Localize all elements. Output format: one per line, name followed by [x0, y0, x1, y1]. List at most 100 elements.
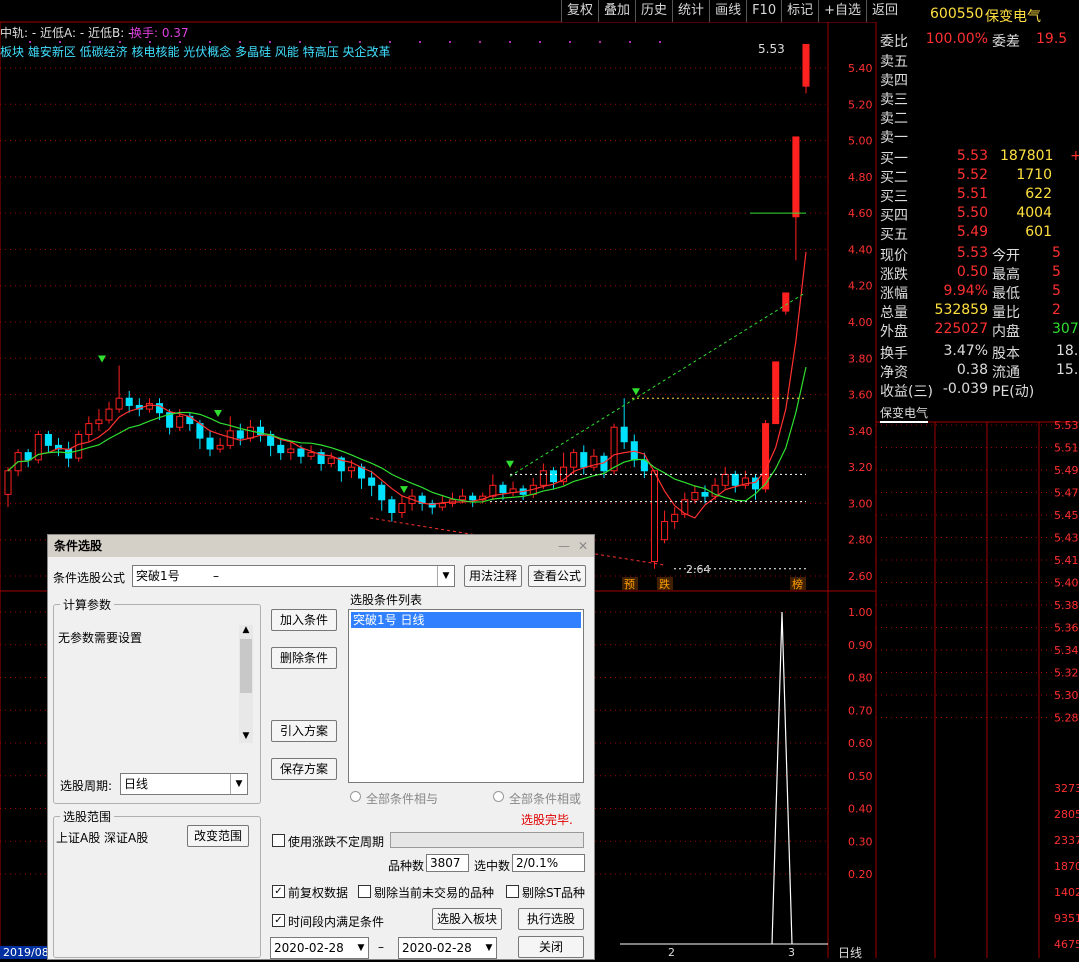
- condition-list-item[interactable]: 突破1号 日线: [351, 612, 581, 628]
- price-tick-label: 4.20: [848, 280, 873, 293]
- signal-dot: [659, 41, 661, 43]
- volume-tick-label: 1.00: [848, 606, 873, 619]
- scroll-thumb[interactable]: [240, 639, 252, 693]
- formula-select[interactable]: 突破1号 – ▼: [132, 565, 455, 587]
- price-tick-label: 4.40: [848, 243, 873, 256]
- stat-value: -0.039: [942, 381, 988, 397]
- candle-body: [327, 457, 335, 465]
- toolbar-button-1[interactable]: 叠加: [598, 0, 636, 22]
- condition-list[interactable]: 突破1号 日线: [348, 609, 584, 783]
- condition-list-label: 选股条件列表: [350, 593, 423, 607]
- concept-tags[interactable]: 板块 雄安新区 低碳经济 核电核能 光伏概念 多晶硅 风能 特高压 央企改革: [0, 43, 391, 60]
- candle-body: [176, 415, 184, 428]
- price-tick-label: 3.40: [848, 425, 873, 438]
- exclude-untraded-label: 剔除当前未交易的品种: [374, 886, 495, 900]
- toolbar-button-7[interactable]: +自选: [818, 0, 867, 22]
- mini-volume-label: 2337: [1054, 834, 1079, 847]
- mini-tick-label: 5.51: [1054, 442, 1079, 455]
- low-price-label: 2.64: [686, 563, 711, 576]
- date-from-value: 2020-02-28: [274, 941, 344, 955]
- candle-body: [499, 484, 507, 494]
- mini-tick-label: 5.28: [1054, 712, 1079, 725]
- usage-notes-button[interactable]: 用法注释: [464, 565, 522, 587]
- chevron-down-icon[interactable]: ▼: [354, 938, 368, 958]
- stat-value: 0.50: [956, 264, 988, 280]
- signal-arrow-icon: [400, 486, 408, 494]
- close-button[interactable]: 关闭: [518, 936, 584, 958]
- time-range-checkbox[interactable]: ✓: [272, 914, 285, 927]
- mini-tick-label: 5.30: [1054, 689, 1079, 702]
- candle-body: [65, 448, 73, 459]
- delete-condition-button[interactable]: 删除条件: [271, 647, 337, 669]
- selected-label: 选中数: [474, 859, 511, 873]
- params-text: 无参数需要设置: [58, 631, 143, 645]
- stat-label: 最低: [992, 286, 1020, 302]
- candle-body: [155, 403, 164, 414]
- buy-price: 5.50: [956, 205, 988, 221]
- signal-dot: [539, 41, 541, 43]
- view-formula-button[interactable]: 查看公式: [528, 565, 586, 587]
- date-from-input[interactable]: 2020-02-28 ▼: [270, 937, 369, 959]
- buy-level-label: 买二: [880, 170, 908, 186]
- import-plan-button[interactable]: 引入方案: [271, 720, 337, 742]
- change-range-button[interactable]: 改变范围: [187, 825, 249, 847]
- stock-code: 600550: [930, 6, 984, 22]
- buy-volume: 1710: [1016, 167, 1052, 183]
- signal-arrow-icon: [98, 355, 106, 363]
- minimize-icon[interactable]: —: [558, 535, 570, 557]
- toolbar-button-5[interactable]: F10: [746, 0, 782, 22]
- mini-tick-label: 5.34: [1054, 644, 1079, 657]
- candle-body: [85, 423, 93, 435]
- toolbar-button-6[interactable]: 标记: [781, 0, 819, 22]
- params-scrollbar[interactable]: ▲ ▼: [239, 625, 253, 743]
- date-to-input[interactable]: 2020-02-28 ▼: [398, 937, 497, 959]
- candle-body: [216, 444, 224, 450]
- price-tick-label: 4.60: [848, 207, 873, 220]
- exclude-untraded-checkbox[interactable]: [358, 885, 371, 898]
- chevron-down-icon[interactable]: ▼: [482, 938, 496, 958]
- chevron-down-icon[interactable]: ▼: [437, 566, 454, 586]
- price-tick-label: 3.80: [848, 352, 873, 365]
- candle-body: [287, 448, 295, 454]
- signal-dot: [449, 41, 451, 43]
- toolbar-button-8[interactable]: 返回: [866, 0, 904, 22]
- radio-or[interactable]: [493, 791, 504, 802]
- volume-tick-label: 0.30: [848, 835, 873, 848]
- save-plan-button[interactable]: 保存方案: [271, 758, 337, 780]
- mini-tick-label: 5.47: [1054, 487, 1079, 500]
- radio-and[interactable]: [350, 791, 361, 802]
- weicha-label: 委差: [992, 34, 1020, 50]
- dialog-titlebar[interactable]: 条件选股 — ✕: [48, 535, 594, 557]
- range-group-label: 选股范围: [60, 808, 115, 825]
- toolbar-button-0[interactable]: 复权: [561, 0, 599, 22]
- toolbar-button-4[interactable]: 画线: [709, 0, 747, 22]
- stat-label: 股本: [992, 346, 1020, 362]
- pre-adjust-checkbox[interactable]: ✓: [272, 885, 285, 898]
- toolbar-button-2[interactable]: 历史: [635, 0, 673, 22]
- sell-level-label: 卖四: [880, 73, 908, 89]
- buy-level-label: 买五: [880, 227, 908, 243]
- sell-level-label: 卖二: [880, 111, 908, 127]
- volume-indicator-line: [771, 611, 793, 945]
- condition-picker-dialog: 条件选股 — ✕ 条件选股公式 突破1号 – ▼ 用法注释 查看公式 计算参数 …: [47, 534, 595, 960]
- add-condition-button[interactable]: 加入条件: [271, 609, 337, 631]
- signal-dot: [569, 41, 571, 43]
- to-block-button[interactable]: 选股入板块: [432, 908, 502, 930]
- close-icon[interactable]: ✕: [578, 535, 588, 557]
- candle-body: [671, 513, 679, 523]
- toolbar-button-3[interactable]: 统计: [672, 0, 710, 22]
- chevron-down-icon[interactable]: ▼: [230, 774, 247, 794]
- scroll-down-icon[interactable]: ▼: [239, 731, 253, 743]
- use-var-period-checkbox[interactable]: [272, 834, 285, 847]
- exclude-st-checkbox[interactable]: [506, 885, 519, 898]
- period-select[interactable]: 日线 ▼: [120, 773, 248, 795]
- candle-body: [438, 502, 446, 508]
- scroll-up-icon[interactable]: ▲: [239, 625, 253, 637]
- stat-label: 内盘: [992, 324, 1020, 340]
- candle-body: [347, 466, 355, 472]
- date-separator: –: [378, 940, 384, 954]
- mini-tick-label: 5.45: [1054, 509, 1079, 522]
- candle-body: [378, 484, 386, 501]
- run-selection-button[interactable]: 执行选股: [518, 908, 584, 930]
- volume-tick-label: 0.80: [848, 672, 873, 685]
